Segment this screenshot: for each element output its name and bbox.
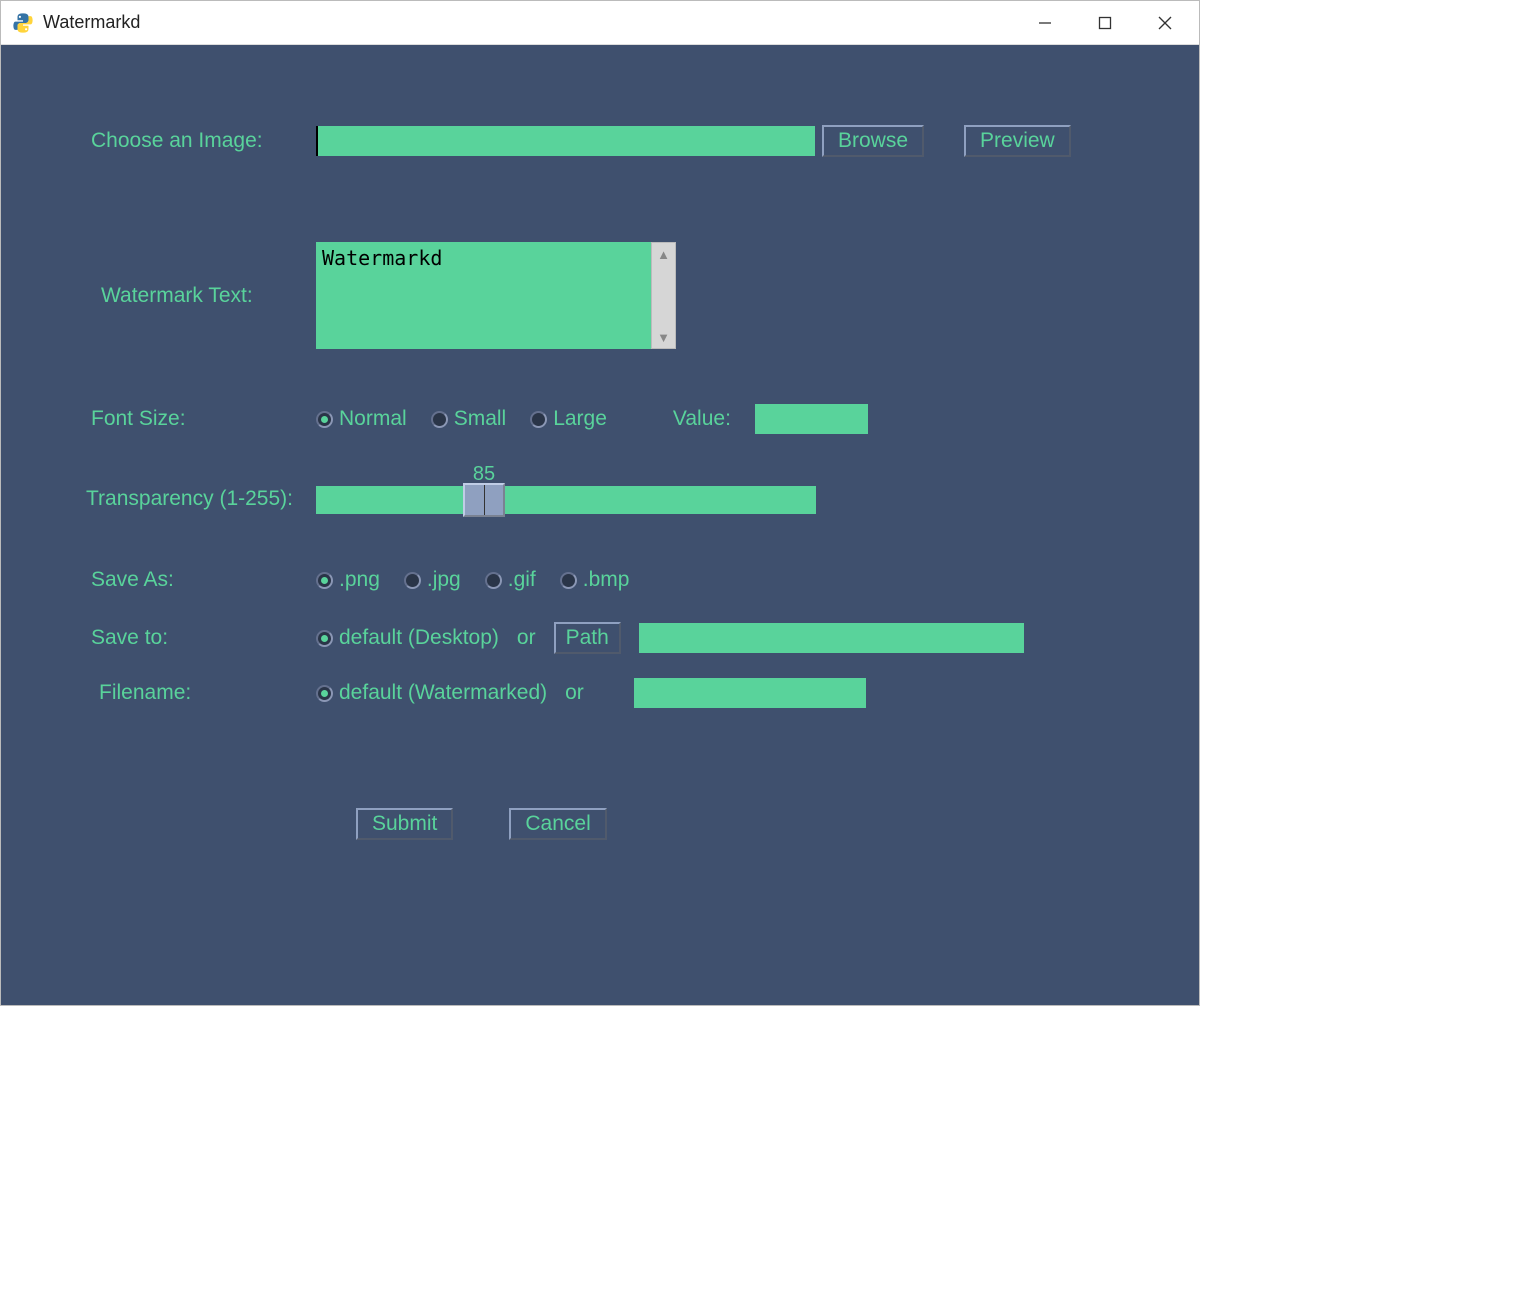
font-large-radio[interactable]: Large — [530, 407, 607, 431]
cancel-button[interactable]: Cancel — [509, 808, 606, 840]
close-button[interactable] — [1135, 1, 1195, 45]
saveas-png-radio[interactable]: .png — [316, 568, 380, 592]
filename-label: Filename: — [61, 681, 316, 705]
radio-icon — [485, 572, 502, 589]
radio-label: default (Watermarked) — [339, 681, 547, 705]
transparency-slider[interactable]: 85 — [316, 486, 816, 526]
slider-thumb[interactable] — [463, 483, 505, 517]
or-text: or — [517, 626, 536, 650]
app-icon — [11, 11, 35, 35]
save-path-input[interactable] — [639, 623, 1024, 653]
radio-label: Small — [454, 407, 507, 431]
saveas-jpg-radio[interactable]: .jpg — [404, 568, 461, 592]
font-normal-radio[interactable]: Normal — [316, 407, 407, 431]
slider-value: 85 — [473, 463, 495, 486]
watermark-textarea-wrap: Watermarkd ▲ ▼ — [316, 242, 676, 349]
scroll-up-icon[interactable]: ▲ — [652, 243, 675, 265]
filename-default-radio[interactable]: default (Watermarked) — [316, 681, 547, 705]
font-small-radio[interactable]: Small — [431, 407, 507, 431]
choose-image-label: Choose an Image: — [61, 129, 316, 153]
save-to-default-radio[interactable]: default (Desktop) — [316, 626, 499, 650]
font-size-label: Font Size: — [61, 407, 316, 431]
radio-label: default (Desktop) — [339, 626, 499, 650]
watermark-text-label: Watermark Text: — [61, 284, 316, 308]
image-path-input[interactable] — [316, 126, 815, 156]
form-panel: Choose an Image: Browse Preview Watermar… — [1, 45, 1199, 1005]
slider-track — [316, 486, 816, 514]
radio-icon — [431, 411, 448, 428]
path-button[interactable]: Path — [554, 622, 621, 654]
scroll-down-icon[interactable]: ▼ — [652, 326, 675, 348]
or-text: or — [565, 681, 584, 705]
radio-label: Large — [553, 407, 607, 431]
radio-icon — [404, 572, 421, 589]
save-as-label: Save As: — [61, 568, 316, 592]
maximize-button[interactable] — [1075, 1, 1135, 45]
saveas-bmp-radio[interactable]: .bmp — [560, 568, 630, 592]
radio-icon — [316, 685, 333, 702]
saveas-gif-radio[interactable]: .gif — [485, 568, 536, 592]
window-title: Watermarkd — [43, 12, 1015, 33]
radio-label: .gif — [508, 568, 536, 592]
window-controls — [1015, 1, 1195, 45]
font-value-input[interactable] — [755, 404, 868, 434]
radio-icon — [316, 630, 333, 647]
value-label: Value: — [673, 407, 731, 431]
radio-icon — [530, 411, 547, 428]
submit-button[interactable]: Submit — [356, 808, 453, 840]
radio-label: .bmp — [583, 568, 630, 592]
radio-label: .png — [339, 568, 380, 592]
preview-button[interactable]: Preview — [964, 125, 1071, 157]
watermark-textarea[interactable]: Watermarkd — [316, 242, 651, 349]
radio-icon — [560, 572, 577, 589]
textarea-scrollbar[interactable]: ▲ ▼ — [651, 242, 676, 349]
radio-label: .jpg — [427, 568, 461, 592]
minimize-button[interactable] — [1015, 1, 1075, 45]
title-bar: Watermarkd — [1, 1, 1199, 45]
save-to-label: Save to: — [61, 626, 316, 650]
radio-icon — [316, 411, 333, 428]
browse-button[interactable]: Browse — [822, 125, 924, 157]
transparency-label: Transparency (1-255): — [61, 487, 316, 511]
radio-icon — [316, 572, 333, 589]
radio-label: Normal — [339, 407, 407, 431]
filename-input[interactable] — [634, 678, 866, 708]
